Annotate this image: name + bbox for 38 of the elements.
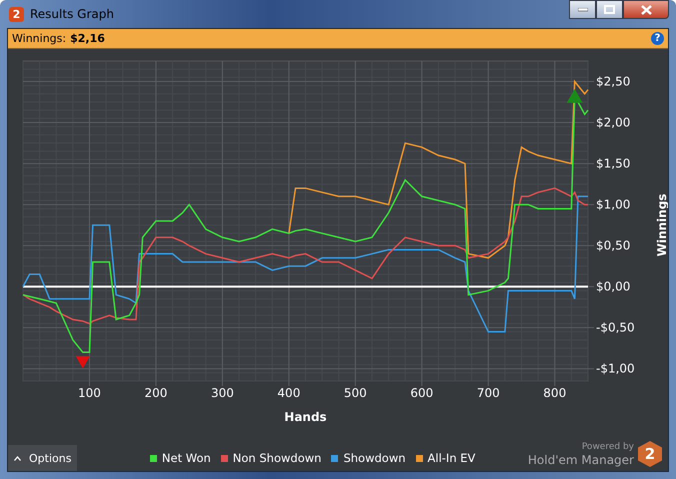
minimize-icon — [578, 8, 588, 12]
chevron-up-icon — [14, 456, 21, 460]
brand-logo: 2 — [638, 441, 662, 467]
minimize-button[interactable] — [569, 0, 596, 19]
maximize-icon — [604, 5, 615, 14]
x-tick-label: 200 — [144, 386, 168, 400]
maximum-marker-icon — [566, 88, 583, 103]
window-title: Results Graph — [30, 7, 115, 21]
x-tick-label: 400 — [277, 386, 300, 400]
close-icon — [640, 4, 652, 14]
x-tick-label: 500 — [344, 386, 367, 400]
x-tick-label: 300 — [210, 386, 234, 400]
y-tick-label: -$0,50 — [596, 320, 635, 335]
x-tick-label: 800 — [543, 386, 566, 400]
y-tick-label: $0,00 — [596, 280, 630, 294]
x-tick-label: 600 — [410, 386, 434, 400]
y-tick-label: $0,50 — [596, 238, 630, 253]
legend-item: Net Won — [150, 451, 211, 465]
y-tick-label: $2,00 — [596, 116, 630, 130]
winnings-value: $2,16 — [70, 32, 106, 45]
maximize-button[interactable] — [596, 0, 623, 19]
x-tick-label: 100 — [78, 386, 101, 400]
x-tick-label: 700 — [476, 386, 500, 400]
winnings-label: Winnings: — [12, 32, 66, 45]
y-tick-label: $1,00 — [596, 198, 630, 212]
help-icon[interactable]: ? — [651, 32, 664, 45]
legend-item: Showdown — [331, 451, 406, 465]
x-axis-title: Hands — [284, 410, 327, 424]
brand-name: Hold'em Manager — [528, 452, 634, 466]
y-tick-label: $1,50 — [596, 156, 630, 171]
app-icon: 2 — [9, 6, 24, 22]
options-button[interactable]: Options — [8, 445, 78, 471]
y-tick-label: $2,50 — [596, 74, 630, 89]
y-tick-label: -$1,00 — [596, 362, 635, 376]
legend-item: All-In EV — [416, 451, 476, 465]
close-button[interactable] — [623, 0, 669, 19]
legend-item: Non Showdown — [220, 451, 322, 465]
powered-by-text: Powered by — [582, 442, 634, 452]
